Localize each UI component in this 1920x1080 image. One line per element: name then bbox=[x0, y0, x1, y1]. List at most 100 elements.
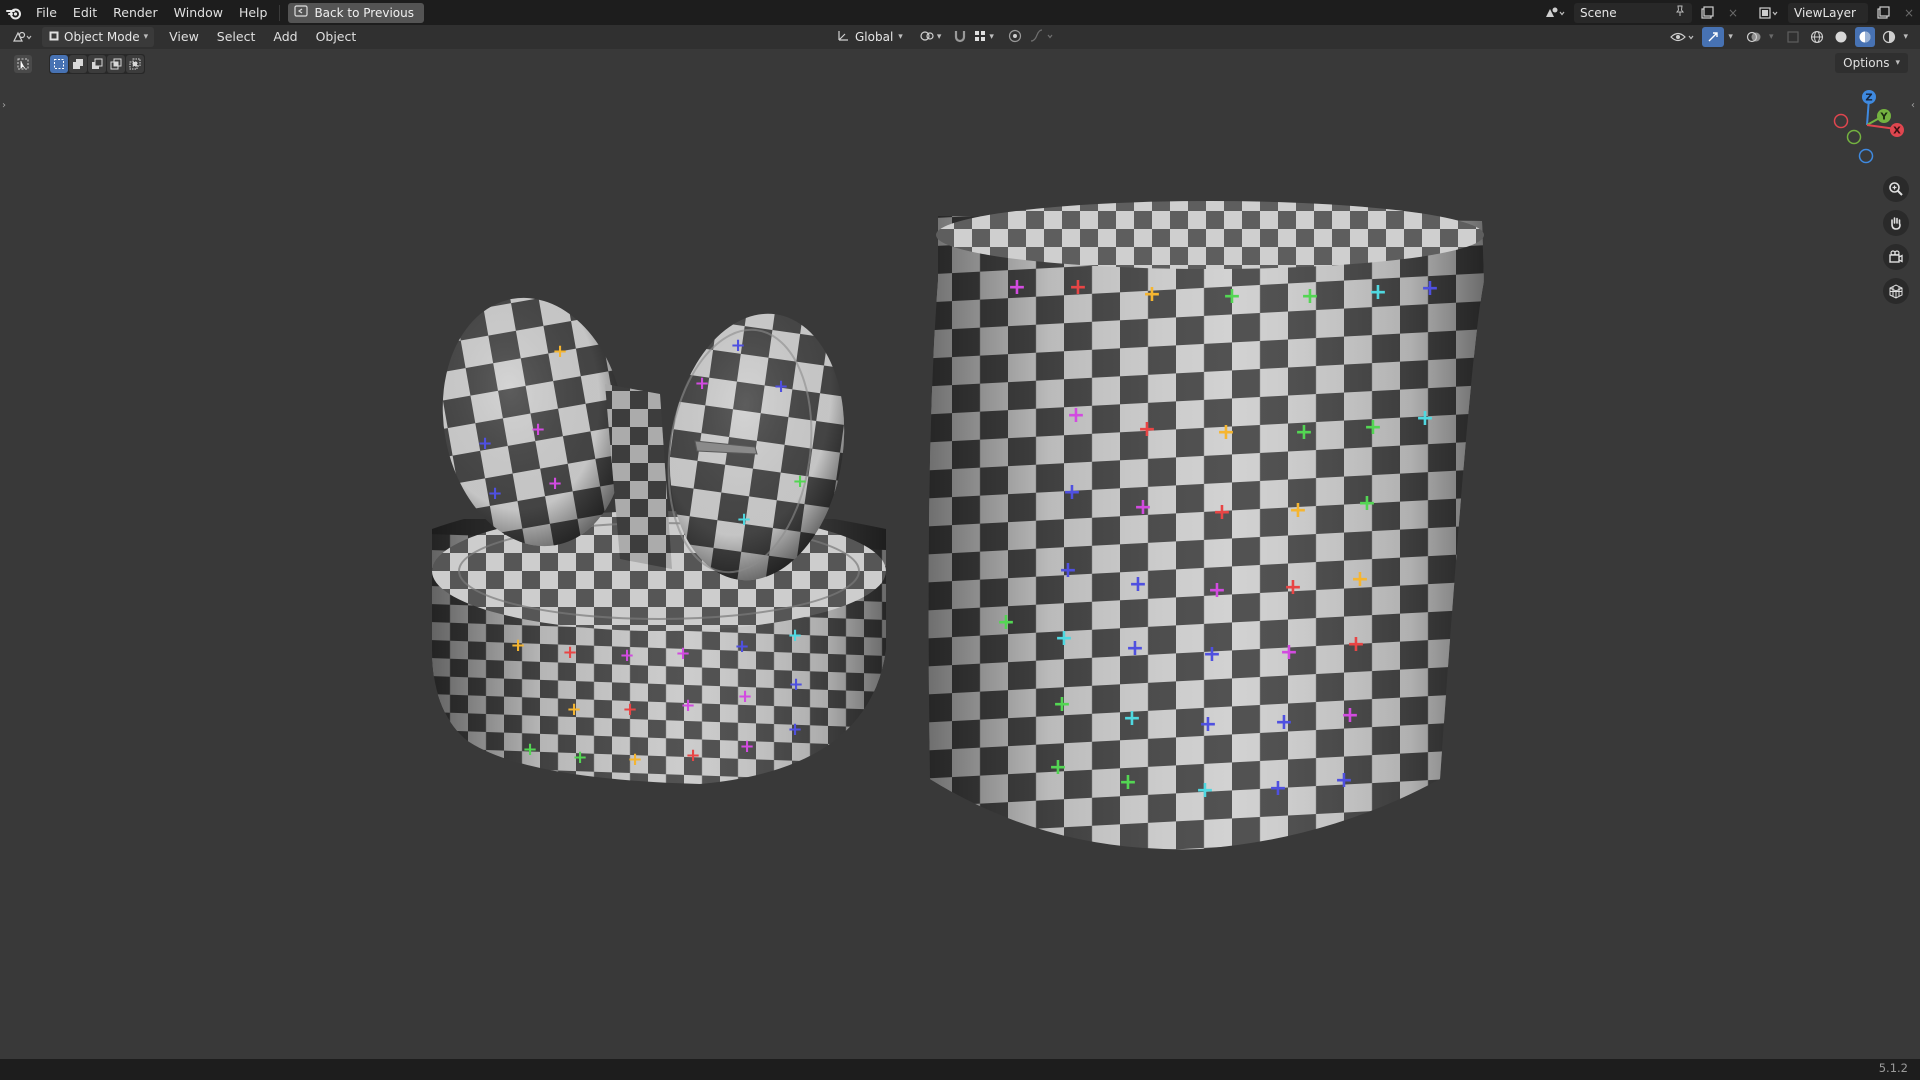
scene-selector-icon[interactable] bbox=[1540, 3, 1570, 23]
svg-text:+: + bbox=[1364, 415, 1382, 440]
svg-text:+: + bbox=[487, 483, 502, 504]
back-to-previous-label: Back to Previous bbox=[314, 5, 414, 20]
svg-text:+: + bbox=[1008, 275, 1026, 300]
svg-text:+: + bbox=[572, 747, 587, 768]
svg-text:+: + bbox=[1059, 558, 1077, 583]
menu-file[interactable]: File bbox=[28, 0, 65, 25]
snap-target-dropdown[interactable]: ▾ bbox=[973, 29, 994, 46]
svg-text:+: + bbox=[1284, 575, 1302, 600]
gizmo-x-label: X bbox=[1893, 126, 1901, 137]
svg-text:+: + bbox=[787, 719, 802, 740]
cylinder-top-highlight bbox=[936, 201, 1484, 269]
svg-text:+: + bbox=[562, 642, 577, 663]
svg-text:+: + bbox=[680, 695, 695, 716]
zoom-icon[interactable] bbox=[1883, 176, 1909, 202]
new-scene-icon[interactable] bbox=[1696, 3, 1718, 23]
menu-select[interactable]: Select bbox=[208, 25, 265, 49]
gizmo-dropdown-chevron-icon[interactable]: ▾ bbox=[1728, 32, 1733, 42]
gizmo-toggle[interactable] bbox=[1702, 27, 1725, 47]
svg-text:+: + bbox=[547, 473, 562, 494]
snap-grid-icon bbox=[973, 29, 987, 46]
pin-icon[interactable] bbox=[1674, 5, 1686, 20]
menu-view[interactable]: View bbox=[160, 25, 208, 49]
svg-text:+: + bbox=[997, 610, 1015, 635]
svg-text:+: + bbox=[773, 376, 788, 397]
object-mode-dropdown[interactable]: Object Mode ▾ bbox=[42, 27, 155, 47]
remove-view-layer-icon[interactable]: × bbox=[1898, 3, 1920, 23]
gizmo-z-label: Z bbox=[1865, 93, 1872, 104]
gizmo-neg-y-handle[interactable] bbox=[1846, 129, 1862, 145]
svg-text:+: + bbox=[685, 745, 700, 766]
overlays-toggle[interactable] bbox=[1743, 27, 1765, 47]
gizmo-y-label: Y bbox=[1879, 112, 1888, 123]
chevron-down-icon: ▾ bbox=[989, 32, 994, 42]
object-mode-icon bbox=[48, 30, 60, 45]
remove-scene-icon[interactable]: × bbox=[1722, 3, 1744, 23]
back-to-previous-button[interactable]: Back to Previous bbox=[288, 2, 424, 23]
transform-orientation-dropdown[interactable]: Global ▾ bbox=[836, 29, 903, 46]
svg-text:+: + bbox=[792, 471, 807, 492]
svg-text:+: + bbox=[1295, 420, 1313, 445]
orientation-icon bbox=[836, 29, 850, 46]
menu-edit[interactable]: Edit bbox=[65, 0, 105, 25]
shading-dropdown-chevron-icon[interactable]: ▾ bbox=[1903, 32, 1908, 42]
menu-render[interactable]: Render bbox=[105, 0, 166, 25]
scene-name: Scene bbox=[1580, 5, 1617, 20]
rendered-shading-button[interactable] bbox=[1879, 27, 1899, 47]
version-label: 5.1.2 bbox=[1878, 1061, 1908, 1075]
svg-text:+: + bbox=[1223, 284, 1241, 309]
xray-toggle[interactable] bbox=[1783, 27, 1803, 47]
gizmo-neg-z-handle[interactable] bbox=[1858, 148, 1874, 164]
menu-window[interactable]: Window bbox=[166, 0, 231, 25]
svg-text:+: + bbox=[1129, 572, 1147, 597]
editor-type-icon[interactable] bbox=[8, 27, 38, 47]
svg-text:+: + bbox=[1335, 768, 1353, 793]
grid-icon[interactable] bbox=[1883, 278, 1909, 304]
chevron-down-icon: ▾ bbox=[143, 32, 149, 42]
svg-text:+: + bbox=[1119, 770, 1137, 795]
status-bar: 5.1.2 bbox=[0, 1059, 1920, 1080]
cylinder-large[interactable]: + + + + + + + ++ + + + + ++ + + + ++ + + + ++ + + + + ++ + + + … bbox=[900, 180, 1500, 871]
camera-icon[interactable] bbox=[1883, 244, 1909, 270]
svg-text:+: + bbox=[1049, 755, 1067, 780]
view-layer-selector-icon[interactable] bbox=[1754, 3, 1784, 23]
svg-text:+: + bbox=[1063, 480, 1081, 505]
object-visibility-dropdown[interactable] bbox=[1668, 27, 1698, 47]
menu-divider bbox=[279, 4, 281, 21]
view-layer-name: ViewLayer bbox=[1794, 5, 1856, 20]
solid-shading-button[interactable] bbox=[1831, 27, 1851, 47]
top-bar: File Edit Render Window Help Back to Pre… bbox=[0, 0, 1920, 25]
hand-icon[interactable] bbox=[1883, 210, 1909, 236]
svg-text:+: + bbox=[1213, 500, 1231, 525]
svg-text:+: + bbox=[477, 433, 492, 454]
wireframe-shading-button[interactable] bbox=[1807, 27, 1827, 47]
overlays-dropdown-chevron-icon[interactable]: ▾ bbox=[1769, 32, 1774, 42]
svg-text:+: + bbox=[736, 509, 751, 530]
svg-text:+: + bbox=[788, 674, 803, 695]
scene-name-field[interactable]: Scene bbox=[1574, 2, 1692, 23]
snap-toggle[interactable] bbox=[953, 29, 967, 46]
navigation-gizmo[interactable]: Z Y X bbox=[1830, 86, 1910, 166]
svg-text:+: + bbox=[1069, 275, 1087, 300]
chevron-down-icon: ▾ bbox=[898, 32, 903, 42]
blender-logo-icon[interactable] bbox=[0, 0, 28, 25]
svg-text:+: + bbox=[1217, 420, 1235, 445]
viewport-display-tools: ▾ ▾ ▾ bbox=[1668, 25, 1908, 49]
menu-object[interactable]: Object bbox=[307, 25, 366, 49]
svg-text:+: + bbox=[739, 736, 754, 757]
svg-text:+: + bbox=[1208, 578, 1226, 603]
svg-text:+: + bbox=[1347, 632, 1365, 657]
view-layer-field[interactable]: ViewLayer bbox=[1788, 2, 1868, 23]
svg-text:+: + bbox=[1280, 640, 1298, 665]
menu-add[interactable]: Add bbox=[264, 25, 306, 49]
svg-text:+: + bbox=[510, 635, 525, 656]
proportional-edit[interactable] bbox=[1008, 28, 1056, 46]
svg-text:+: + bbox=[1143, 282, 1161, 307]
pivot-point-dropdown[interactable]: ▾ bbox=[919, 29, 941, 46]
material-preview-shading-button[interactable] bbox=[1855, 27, 1876, 47]
gizmo-neg-x-handle[interactable] bbox=[1833, 113, 1849, 129]
menu-help[interactable]: Help bbox=[231, 0, 276, 25]
svg-text:+: + bbox=[1341, 703, 1359, 728]
new-view-layer-icon[interactable] bbox=[1872, 3, 1894, 23]
svg-text:+: + bbox=[1053, 692, 1071, 717]
